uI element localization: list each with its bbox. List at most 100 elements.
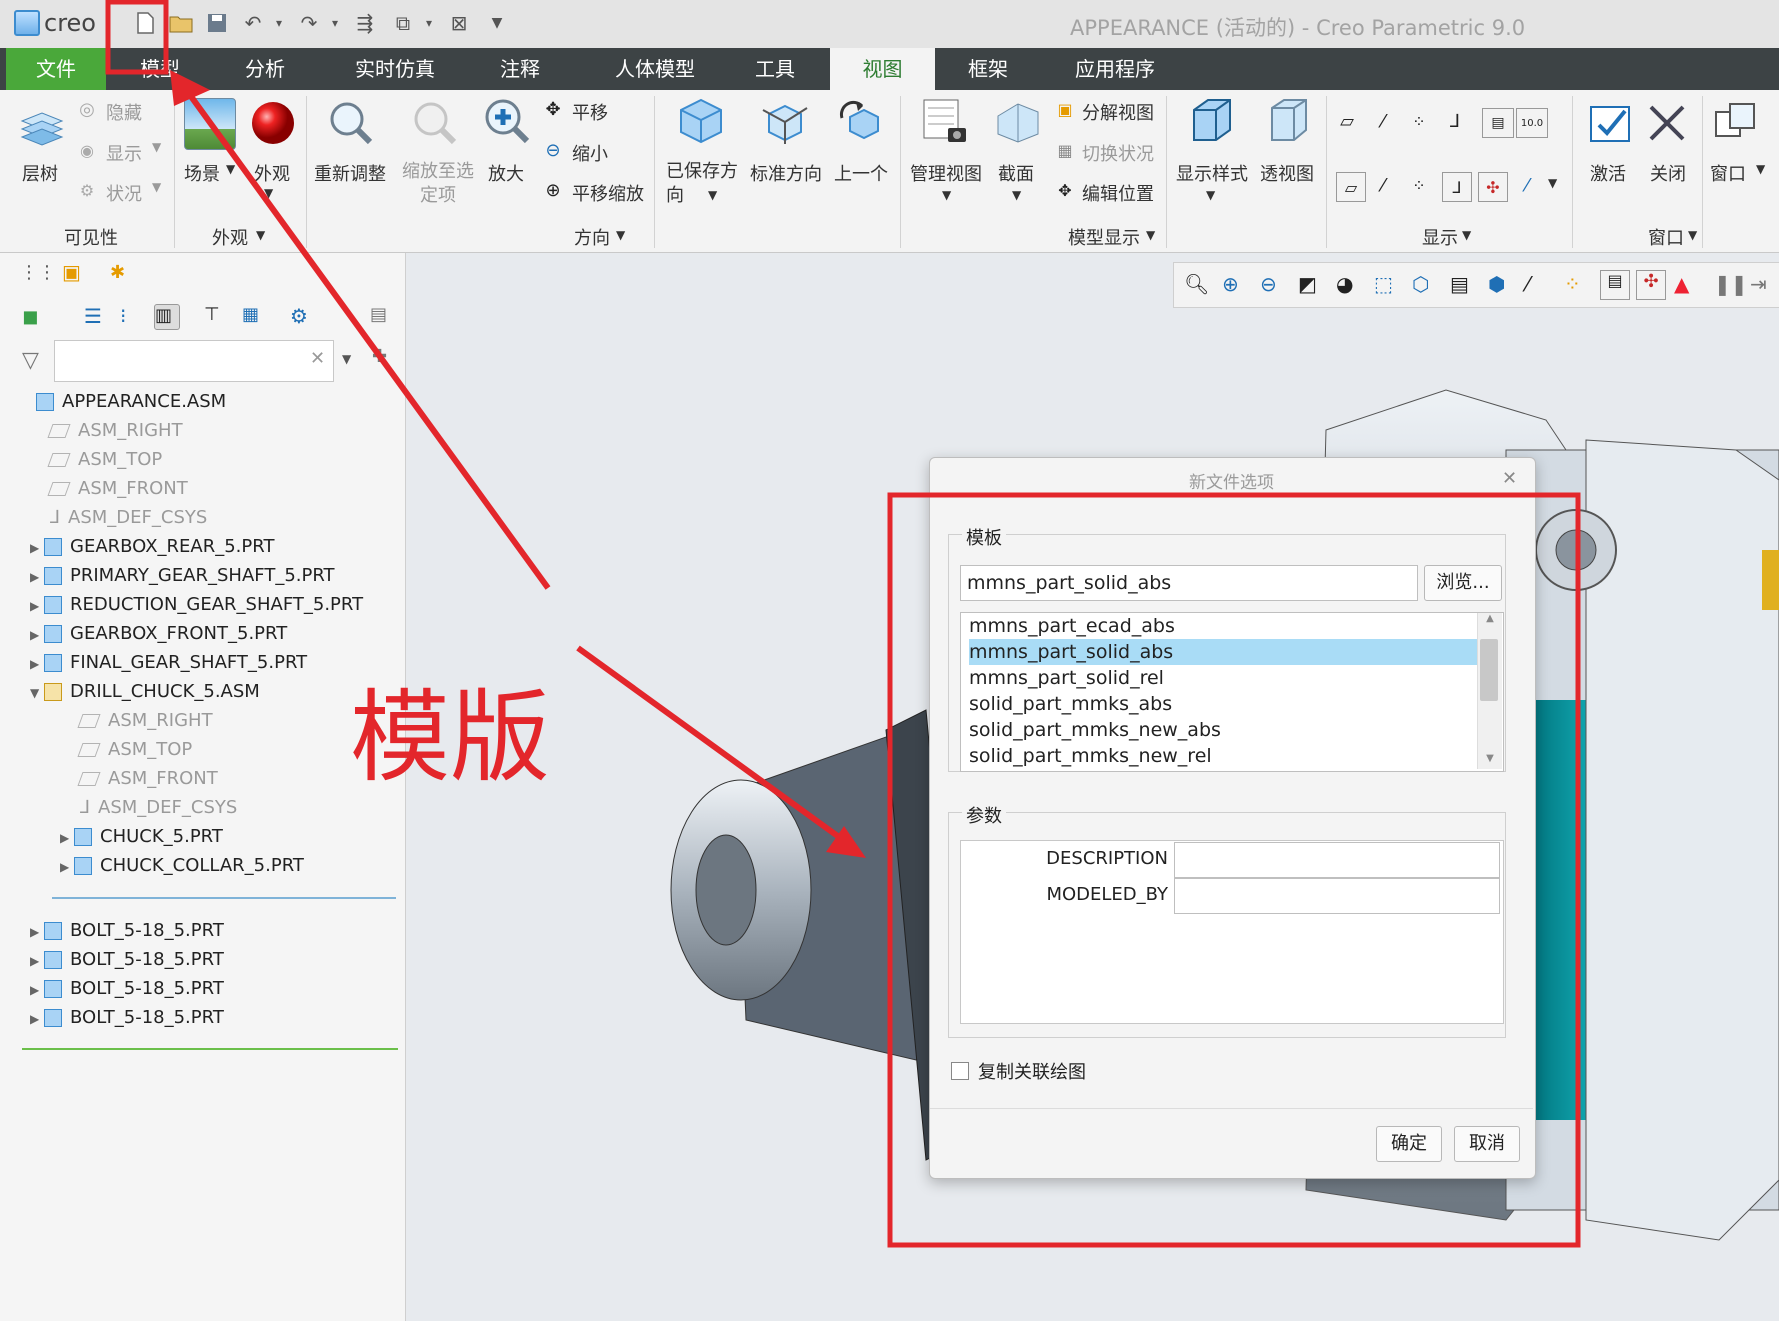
- scroll-thumb[interactable]: [1480, 639, 1498, 701]
- tab-annotate[interactable]: 注释: [470, 48, 570, 90]
- show-more-dropdown-icon[interactable]: ▼: [1548, 176, 1557, 190]
- tab-live-simulation[interactable]: 实时仿真: [330, 48, 460, 90]
- close-window-icon[interactable]: ⊠: [446, 10, 472, 36]
- tree-item[interactable]: ASM_RIGHT: [66, 707, 213, 735]
- copy-drawing-checkbox[interactable]: [951, 1062, 969, 1080]
- window-icon[interactable]: [1710, 98, 1760, 148]
- perspective-button[interactable]: 透视图: [1260, 160, 1314, 186]
- expand-toggle[interactable]: ▶: [30, 976, 44, 1004]
- appearance-button[interactable]: 外观: [254, 160, 290, 186]
- appearance-sphere-icon[interactable]: [248, 98, 298, 148]
- status-button[interactable]: 状况: [106, 180, 142, 206]
- tree-item[interactable]: ASM_RIGHT: [36, 417, 183, 445]
- spin-center-icon[interactable]: ✣: [1636, 270, 1666, 300]
- repaint-icon[interactable]: ◩: [1298, 272, 1317, 296]
- show-dropdown-icon[interactable]: ▼: [152, 140, 161, 154]
- modeled-by-field[interactable]: [1174, 878, 1500, 914]
- orientation-group-dropdown-icon[interactable]: ▼: [616, 228, 625, 242]
- zoom-in-icon[interactable]: [482, 96, 532, 146]
- tree-item[interactable]: ASM_FRONT: [66, 765, 218, 793]
- activate-button[interactable]: 激活: [1590, 160, 1626, 186]
- customize-qat-icon[interactable]: ▼: [484, 10, 510, 36]
- browse-button[interactable]: 浏览...: [1424, 565, 1502, 601]
- show-icon[interactable]: ◉: [76, 139, 98, 161]
- section-dropdown-icon[interactable]: ▼: [1012, 188, 1021, 202]
- datum-display-icon[interactable]: ⁄: [1526, 272, 1529, 296]
- tree-item[interactable]: ASM_TOP: [36, 446, 162, 474]
- tab-framework[interactable]: 框架: [938, 48, 1038, 90]
- tree-item[interactable]: ▶ BOLT_5-18_5.PRT: [30, 917, 224, 945]
- zoom-in-button[interactable]: 放大: [488, 160, 524, 186]
- exploded-view-icon[interactable]: ▣: [1054, 98, 1076, 120]
- expand-toggle[interactable]: ▶: [30, 650, 44, 678]
- pan-icon[interactable]: ✥: [542, 98, 564, 120]
- filter-icon[interactable]: ▽: [22, 348, 46, 373]
- window-button[interactable]: 窗口: [1710, 160, 1746, 186]
- close-icon[interactable]: [1642, 98, 1692, 148]
- edit-position-icon[interactable]: ✥: [1054, 179, 1076, 201]
- assembly-icon[interactable]: ◼: [22, 304, 46, 328]
- save-icon[interactable]: [204, 10, 230, 36]
- tab-analysis[interactable]: 分析: [215, 48, 315, 90]
- folder-browser-tab-icon[interactable]: ▣: [62, 260, 86, 284]
- layer-tree-icon[interactable]: [16, 104, 66, 154]
- appearance-icon[interactable]: ▲: [1674, 272, 1689, 296]
- csys-display-icon[interactable]: ⅃: [1444, 110, 1466, 132]
- list-item[interactable]: solid_part_mmks_abs: [969, 691, 1172, 717]
- tab-tools[interactable]: 工具: [725, 48, 825, 90]
- expand-toggle[interactable]: ▶: [30, 534, 44, 562]
- dialog-close-icon[interactable]: ✕: [1502, 468, 1517, 489]
- tab-model[interactable]: 模型: [110, 48, 210, 90]
- zoom-to-selected-icon[interactable]: [410, 98, 460, 148]
- open-folder-icon[interactable]: [168, 10, 194, 36]
- expand-toggle[interactable]: ▶: [30, 918, 44, 946]
- scene-icon[interactable]: [184, 98, 236, 150]
- tree-export-icon[interactable]: ▤: [370, 304, 394, 328]
- favorites-tab-icon[interactable]: ✱: [110, 262, 134, 286]
- expand-toggle[interactable]: ▶: [30, 621, 44, 649]
- list-item[interactable]: mmns_part_solid_rel: [969, 665, 1164, 691]
- toggle-status-icon[interactable]: ▦: [1054, 139, 1076, 161]
- expand-toggle[interactable]: ▶: [30, 1005, 44, 1033]
- zoom-out-icon[interactable]: ⊖: [1260, 272, 1277, 296]
- hide-button[interactable]: 隐藏: [106, 99, 142, 125]
- tree-item[interactable]: ▶ FINAL_GEAR_SHAFT_5.PRT: [30, 649, 307, 677]
- manage-views-icon[interactable]: [920, 96, 970, 146]
- tree-item[interactable]: APPEARANCE.ASM: [22, 388, 226, 416]
- tree-item[interactable]: ▶ REDUCTION_GEAR_SHAFT_5.PRT: [30, 591, 363, 619]
- tab-manikin[interactable]: 人体模型: [590, 48, 720, 90]
- close-button[interactable]: 关闭: [1650, 160, 1686, 186]
- saved-orientations-dropdown-icon[interactable]: ▼: [708, 188, 717, 202]
- scroll-up-icon[interactable]: ▲: [1478, 613, 1502, 624]
- expand-toggle[interactable]: ▶: [30, 947, 44, 975]
- tree-list-icon[interactable]: ☰: [84, 304, 108, 328]
- regenerate-icon[interactable]: ⇶: [352, 10, 378, 36]
- expand-toggle[interactable]: ▶: [30, 563, 44, 591]
- dimension-display-icon[interactable]: 10.0: [1516, 108, 1548, 138]
- annotation-display-icon[interactable]: ▤: [1482, 108, 1514, 138]
- windows-icon[interactable]: ⧉: [390, 10, 416, 36]
- tree-item[interactable]: ▶ BOLT_5-18_5.PRT: [30, 1004, 224, 1032]
- perspective-icon[interactable]: [1262, 96, 1312, 146]
- cancel-button[interactable]: 取消: [1454, 1126, 1520, 1162]
- plane-display-icon[interactable]: ⏥: [1336, 110, 1358, 132]
- manage-views-dropdown-icon[interactable]: ▼: [942, 188, 951, 202]
- edit-position-button[interactable]: 编辑位置: [1082, 180, 1154, 206]
- expand-toggle[interactable]: ▶: [30, 592, 44, 620]
- tree-columns-settings-icon[interactable]: ▦: [242, 304, 266, 328]
- model-tree-tab-icon[interactable]: ⋮⋮: [20, 262, 56, 286]
- more-tools-icon[interactable]: ⇥: [1750, 272, 1767, 296]
- view-manager-icon[interactable]: ▤: [1450, 272, 1469, 296]
- redo-dropdown-icon[interactable]: ▾: [322, 10, 348, 36]
- manage-views-button[interactable]: 管理视图: [910, 160, 982, 186]
- tree-item[interactable]: ▶ CHUCK_5.PRT: [60, 823, 223, 851]
- point-tag-display-icon[interactable]: ⁘: [1408, 174, 1430, 196]
- clear-search-icon[interactable]: ✕: [310, 348, 325, 369]
- expand-toggle[interactable]: ▶: [60, 824, 74, 852]
- section-button[interactable]: 截面: [998, 160, 1034, 186]
- tree-item[interactable]: ▶ GEARBOX_REAR_5.PRT: [30, 533, 274, 561]
- scene-button[interactable]: 场景: [184, 160, 220, 186]
- window-dropdown-icon[interactable]: ▼: [1756, 162, 1765, 176]
- display-style-dropdown-icon[interactable]: ▼: [1206, 188, 1215, 202]
- list-scrollbar[interactable]: ▲ ▼: [1477, 613, 1502, 769]
